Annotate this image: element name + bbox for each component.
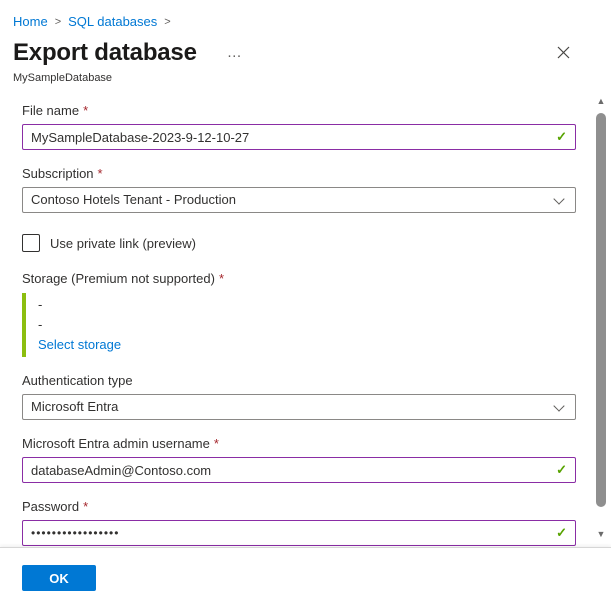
authentication-type-dropdown[interactable]: Microsoft Entra — [22, 394, 576, 420]
panel-footer: OK — [0, 547, 611, 604]
storage-label-text: Storage (Premium not supported) — [22, 271, 215, 286]
chevron-down-icon — [553, 400, 564, 411]
private-link-row: Use private link (preview) — [22, 233, 576, 253]
subscription-value: Contoso Hotels Tenant - Production — [31, 192, 236, 207]
breadcrumb-separator-icon: > — [164, 16, 170, 28]
required-asterisk: * — [98, 166, 103, 181]
close-button[interactable] — [552, 41, 574, 63]
scrollbar-thumb[interactable] — [596, 113, 606, 507]
subscription-label-text: Subscription — [22, 166, 94, 181]
breadcrumb-home[interactable]: Home — [13, 14, 48, 29]
authentication-type-field: Authentication type Microsoft Entra — [22, 373, 576, 420]
storage-account-value: - — [38, 295, 576, 315]
use-private-link-checkbox[interactable] — [22, 234, 40, 252]
password-input[interactable] — [22, 520, 576, 546]
admin-username-label-text: Microsoft Entra admin username — [22, 436, 210, 451]
required-asterisk: * — [83, 499, 88, 514]
more-options-button[interactable]: … — [223, 46, 247, 60]
password-label-text: Password — [22, 499, 79, 514]
admin-username-input-wrap: ✓ — [22, 457, 576, 483]
context-subtitle: MySampleDatabase — [13, 71, 598, 85]
subscription-label: Subscription * — [22, 166, 576, 182]
storage-container-value: - — [38, 315, 576, 335]
required-asterisk: * — [219, 271, 224, 286]
storage-field: Storage (Premium not supported) * - - Sel… — [22, 271, 576, 357]
authentication-type-value: Microsoft Entra — [31, 399, 118, 414]
storage-summary-block: - - Select storage — [22, 293, 576, 357]
authentication-type-label: Authentication type — [22, 373, 576, 389]
required-asterisk: * — [214, 436, 219, 451]
admin-username-label: Microsoft Entra admin username * — [22, 436, 576, 452]
file-name-field: File name * ✓ — [22, 103, 576, 150]
scroll-down-icon[interactable]: ▼ — [594, 528, 608, 540]
panel-title-row: Export database … — [13, 38, 598, 68]
password-input-wrap: ✓ — [22, 520, 576, 546]
breadcrumb: Home > SQL databases > — [0, 0, 611, 31]
close-icon — [557, 46, 570, 59]
file-name-input[interactable] — [22, 124, 576, 150]
subscription-field: Subscription * Contoso Hotels Tenant - Pr… — [22, 166, 576, 213]
select-storage-link[interactable]: Select storage — [38, 335, 121, 355]
file-name-input-wrap: ✓ — [22, 124, 576, 150]
ok-button[interactable]: OK — [22, 565, 96, 591]
page-title: Export database — [13, 39, 197, 67]
export-database-panel: Home > SQL databases > Export database … My… — [0, 0, 611, 546]
file-name-label-text: File name — [22, 103, 79, 118]
chevron-down-icon — [553, 193, 564, 204]
subscription-dropdown[interactable]: Contoso Hotels Tenant - Production — [22, 187, 576, 213]
breadcrumb-separator-icon: > — [55, 16, 61, 28]
admin-username-field: Microsoft Entra admin username * ✓ — [22, 436, 576, 483]
vertical-scrollbar[interactable]: ▲ ▼ — [594, 95, 608, 540]
file-name-label: File name * — [22, 103, 576, 119]
password-label: Password * — [22, 499, 576, 515]
use-private-link-label[interactable]: Use private link (preview) — [50, 236, 196, 251]
required-asterisk: * — [83, 103, 88, 118]
storage-label: Storage (Premium not supported) * — [22, 271, 576, 287]
admin-username-input[interactable] — [22, 457, 576, 483]
breadcrumb-sql-databases[interactable]: SQL databases — [68, 14, 157, 29]
password-field: Password * ✓ — [22, 499, 576, 546]
scroll-up-icon[interactable]: ▲ — [594, 95, 608, 107]
form-content: File name * ✓ Subscription * Contoso Hotel… — [0, 103, 611, 546]
authentication-type-label-text: Authentication type — [22, 373, 133, 388]
